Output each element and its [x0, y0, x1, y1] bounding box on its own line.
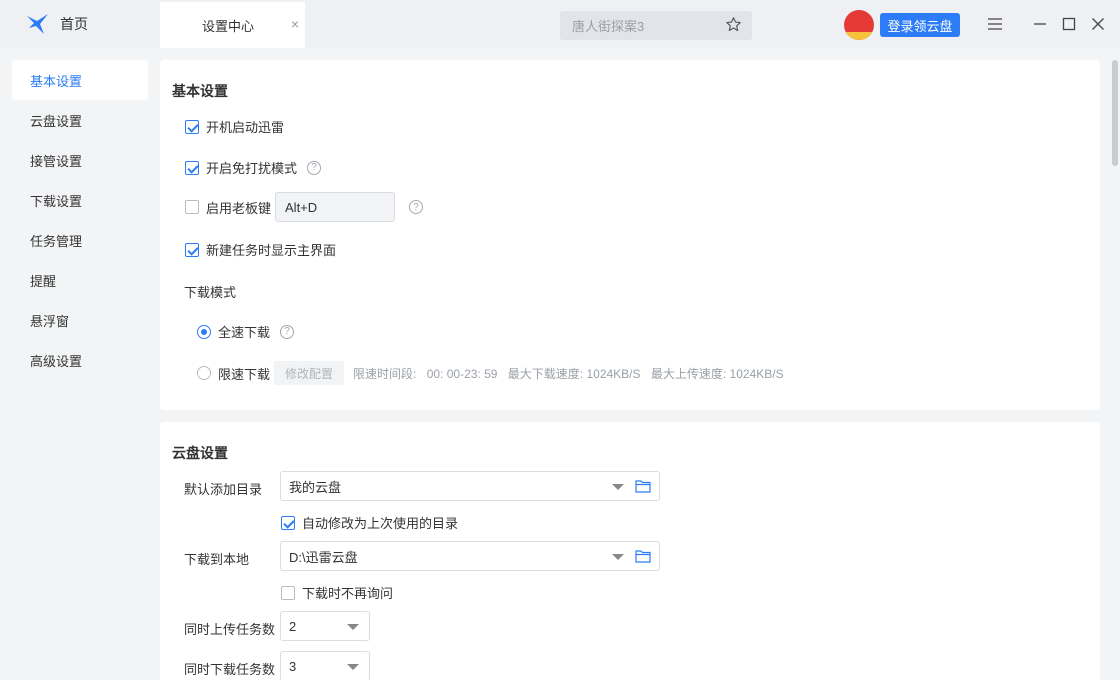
- sidebar-item-reminder[interactable]: 提醒: [12, 260, 148, 300]
- chevron-down-icon[interactable]: [347, 624, 359, 630]
- search-placeholder: 唐人街探案3: [572, 19, 645, 34]
- no-ask-option[interactable]: 下载时不再询问: [281, 583, 393, 602]
- login-button[interactable]: 登录领云盘: [880, 13, 960, 37]
- chevron-down-icon[interactable]: [347, 664, 359, 670]
- tab-settings-center-label: 设置中心: [202, 18, 255, 34]
- auto-modify-label: 自动修改为上次使用的目录: [302, 516, 459, 531]
- boss-key-checkbox[interactable]: [185, 200, 199, 214]
- settings-sidebar: 基本设置 云盘设置 接管设置 下载设置 任务管理 提醒 悬浮窗 高级设置: [0, 48, 160, 680]
- full-speed-option[interactable]: 全速下载 ?: [197, 322, 295, 341]
- download-tasks-select[interactable]: 3: [280, 651, 370, 680]
- modify-config-button[interactable]: 修改配置: [274, 361, 345, 385]
- limit-period-value: 00: 00-23: 59: [426, 366, 498, 381]
- maximize-icon[interactable]: [1059, 14, 1079, 34]
- default-dir-value: 我的云盘: [289, 479, 342, 495]
- title-bar: 首页 设置中心 × 唐人街探案3 登录领云盘: [0, 0, 1120, 48]
- show-main-option[interactable]: 新建任务时显示主界面: [185, 240, 336, 259]
- sidebar-item-basic[interactable]: 基本设置: [12, 60, 148, 100]
- folder-icon[interactable]: [635, 479, 651, 493]
- upload-tasks-label: 同时上传任务数: [184, 622, 276, 637]
- auto-modify-checkbox[interactable]: [281, 515, 295, 530]
- basic-settings-title: 基本设置: [172, 83, 228, 99]
- limit-period-label: 限速时间段:: [353, 366, 417, 381]
- folder-icon[interactable]: [635, 549, 651, 563]
- download-tasks-label: 同时下载任务数: [184, 662, 276, 677]
- upload-tasks-value: 2: [289, 618, 297, 634]
- boss-key-option[interactable]: 启用老板键 Alt+D ?: [185, 192, 424, 222]
- limit-speed-label: 限速下载: [218, 366, 271, 382]
- full-speed-label: 全速下载: [218, 325, 271, 340]
- basic-settings-card: 基本设置 开机启动迅雷 开启免打扰模式 ? 启用老板键 Alt+D ? 新建任务…: [160, 60, 1100, 410]
- close-window-icon[interactable]: [1088, 14, 1108, 34]
- show-main-checkbox[interactable]: [185, 242, 199, 257]
- sidebar-item-takeover[interactable]: 接管设置: [12, 140, 148, 180]
- download-mode-label: 下载模式: [184, 285, 237, 300]
- download-tasks-value: 3: [289, 658, 297, 674]
- upload-tasks-select[interactable]: 2: [280, 611, 370, 641]
- avatar[interactable]: [844, 10, 874, 40]
- autostart-option[interactable]: 开机启动迅雷: [185, 117, 284, 136]
- chevron-down-icon[interactable]: [612, 484, 624, 490]
- chevron-down-icon[interactable]: [612, 554, 624, 560]
- close-tab-icon[interactable]: ×: [291, 16, 299, 32]
- dnd-mode-label: 开启免打扰模式: [206, 161, 298, 176]
- tab-settings-center[interactable]: 设置中心 ×: [160, 2, 305, 48]
- menu-icon[interactable]: [985, 14, 1005, 34]
- cloud-settings-title: 云盘设置: [172, 445, 228, 461]
- boss-key-label: 启用老板键: [206, 200, 272, 216]
- minimize-icon[interactable]: [1030, 14, 1050, 34]
- default-dir-select[interactable]: 我的云盘: [280, 471, 660, 501]
- show-main-label: 新建任务时显示主界面: [206, 243, 337, 258]
- dnd-mode-option[interactable]: 开启免打扰模式 ?: [185, 158, 322, 177]
- help-icon[interactable]: ?: [409, 200, 424, 214]
- max-download-speed: 最大下载速度: 1024KB/S: [507, 366, 641, 381]
- limit-info: 限速时间段: 00: 00-23: 59 最大下载速度: 1024KB/S 最大…: [353, 365, 791, 382]
- help-icon[interactable]: ?: [280, 324, 295, 339]
- sidebar-item-download[interactable]: 下载设置: [12, 180, 148, 220]
- star-icon[interactable]: [725, 16, 742, 33]
- thunder-bird-logo-icon: [27, 14, 48, 34]
- download-local-select[interactable]: D:\迅雷云盘: [280, 541, 660, 571]
- download-local-value: D:\迅雷云盘: [289, 549, 358, 565]
- autostart-label: 开机启动迅雷: [206, 120, 285, 135]
- sidebar-item-floating-window[interactable]: 悬浮窗: [12, 300, 148, 340]
- max-upload-speed: 最大上传速度: 1024KB/S: [650, 366, 784, 381]
- home-tab[interactable]: 首页: [0, 0, 160, 48]
- full-speed-radio[interactable]: [197, 324, 211, 339]
- dnd-mode-checkbox[interactable]: [185, 160, 199, 175]
- cloud-settings-card: 云盘设置 默认添加目录 我的云盘 自动修改为上次使用的目录 下载到本地 D:\迅…: [160, 422, 1100, 680]
- download-local-label: 下载到本地: [184, 552, 250, 567]
- home-tab-label: 首页: [60, 16, 88, 32]
- scrollbar-thumb[interactable]: [1112, 60, 1118, 166]
- autostart-checkbox[interactable]: [185, 119, 199, 134]
- default-dir-label: 默认添加目录: [184, 482, 263, 497]
- help-icon[interactable]: ?: [307, 160, 322, 175]
- sidebar-item-task-management[interactable]: 任务管理: [12, 220, 148, 260]
- sidebar-item-cloud[interactable]: 云盘设置: [12, 100, 148, 140]
- auto-modify-option[interactable]: 自动修改为上次使用的目录: [281, 513, 458, 532]
- no-ask-label: 下载时不再询问: [302, 586, 394, 601]
- limit-speed-option[interactable]: 限速下载 修改配置 限速时间段: 00: 00-23: 59 最大下载速度: 1…: [197, 361, 791, 385]
- no-ask-checkbox[interactable]: [281, 585, 295, 600]
- boss-key-hotkey-input[interactable]: Alt+D: [275, 192, 396, 222]
- sidebar-item-advanced[interactable]: 高级设置: [12, 340, 148, 380]
- limit-speed-radio[interactable]: [197, 366, 211, 380]
- search-input[interactable]: 唐人街探案3: [560, 11, 752, 40]
